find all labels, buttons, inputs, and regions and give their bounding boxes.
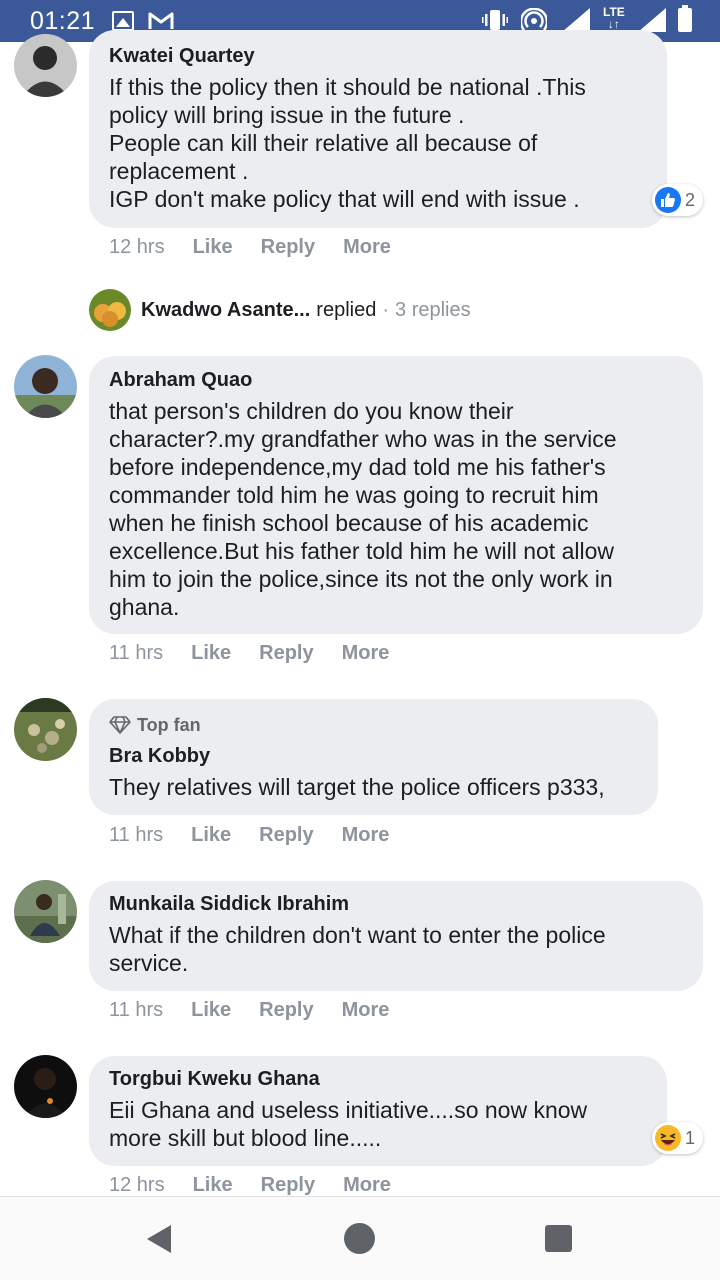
like-button[interactable]: Like (193, 1174, 233, 1197)
comment-author[interactable]: Munkaila Siddick Ibrahim (109, 891, 683, 917)
more-button[interactable]: More (343, 236, 391, 259)
reply-button[interactable]: Reply (261, 1174, 315, 1197)
replier-name: Kwadwo Asante... (141, 298, 311, 321)
comment-time[interactable]: 11 hrs (109, 824, 163, 847)
avatar[interactable] (14, 34, 77, 97)
like-button[interactable]: Like (191, 642, 231, 665)
signal-icon (562, 8, 590, 32)
more-button[interactable]: More (342, 824, 390, 847)
comment-bubble[interactable]: Torgbui Kweku Ghana Eii Ghana and useles… (89, 1056, 667, 1166)
like-icon (655, 187, 681, 213)
comment-bubble[interactable]: Top fan Bra Kobby They relatives will ta… (89, 699, 658, 815)
status-time: 01:21 (30, 7, 96, 35)
reaction-count[interactable]: 1 (652, 1122, 704, 1154)
reply-button[interactable]: Reply (261, 236, 315, 259)
comment-time[interactable]: 12 hrs (109, 1174, 165, 1197)
signal-icon (638, 8, 666, 32)
lte-arrows: ↓↑ (607, 17, 620, 31)
more-button[interactable]: More (343, 1174, 391, 1197)
like-button[interactable]: Like (193, 236, 233, 259)
reaction-count[interactable]: 2 (652, 184, 704, 216)
navigation-bar (0, 1196, 720, 1280)
comment-author[interactable]: Abraham Quao (109, 367, 683, 393)
more-button[interactable]: More (342, 999, 390, 1022)
avatar[interactable] (14, 1055, 77, 1118)
more-button[interactable]: More (342, 642, 390, 665)
reaction-number: 1 (685, 1127, 696, 1148)
recent-apps-icon[interactable] (545, 1225, 572, 1252)
comment-author[interactable]: Kwatei Quartey (109, 43, 647, 69)
reaction-number: 2 (685, 189, 696, 210)
hotspot-icon (521, 8, 547, 31)
diamond-icon (109, 716, 131, 734)
comment-author[interactable]: Bra Kobby (109, 743, 638, 769)
top-fan-badge: Top fan (109, 713, 638, 737)
avatar[interactable] (14, 355, 77, 418)
comment-text: Eii Ghana and useless initiative....so n… (109, 1097, 588, 1151)
avatar[interactable] (14, 880, 77, 943)
like-button[interactable]: Like (191, 824, 231, 847)
replies-separator: · (382, 298, 390, 321)
reply-button[interactable]: Reply (259, 999, 313, 1022)
comment-text: If this the policy then it should be nat… (109, 74, 586, 212)
avatar[interactable] (14, 698, 77, 761)
comment-text: They relatives will target the police of… (109, 774, 605, 800)
top-fan-label: Top fan (137, 715, 201, 735)
comment-actions: 11 hrs Like Reply More (109, 824, 389, 847)
comment-bubble[interactable]: Munkaila Siddick Ibrahim What if the chi… (89, 881, 703, 991)
lte-icon: LTE ↓↑ (603, 6, 625, 30)
like-button[interactable]: Like (191, 999, 231, 1022)
comment-actions: 12 hrs Like Reply More (109, 236, 391, 259)
battery-icon (678, 5, 692, 32)
comment-text: that person's children do you know their… (109, 398, 617, 620)
comment-time[interactable]: 11 hrs (109, 999, 163, 1022)
comment-actions: 12 hrs Like Reply More (109, 1174, 391, 1197)
reply-button[interactable]: Reply (259, 824, 313, 847)
back-icon[interactable] (147, 1225, 171, 1253)
comment-bubble[interactable]: Kwatei Quartey If this the policy then i… (89, 30, 667, 228)
comment-bubble[interactable]: Abraham Quao that person's children do y… (89, 356, 703, 634)
reply-button[interactable]: Reply (259, 642, 313, 665)
gmail-icon (148, 12, 174, 29)
comment-text: What if the children don't want to enter… (109, 922, 606, 976)
replies-preview[interactable]: Kwadwo Asante... replied · 3 replies (89, 289, 471, 331)
vibrate-icon (482, 10, 508, 30)
haha-icon (655, 1125, 681, 1151)
comment-author[interactable]: Torgbui Kweku Ghana (109, 1066, 647, 1092)
comment-actions: 11 hrs Like Reply More (109, 999, 389, 1022)
home-icon[interactable] (344, 1223, 375, 1254)
replies-count: 3 replies (395, 298, 471, 321)
comment-time[interactable]: 11 hrs (109, 642, 163, 665)
comment-actions: 11 hrs Like Reply More (109, 642, 389, 665)
replied-label: replied (316, 298, 377, 321)
image-icon (112, 11, 134, 31)
comment-time[interactable]: 12 hrs (109, 236, 165, 259)
reply-avatar (89, 289, 131, 331)
